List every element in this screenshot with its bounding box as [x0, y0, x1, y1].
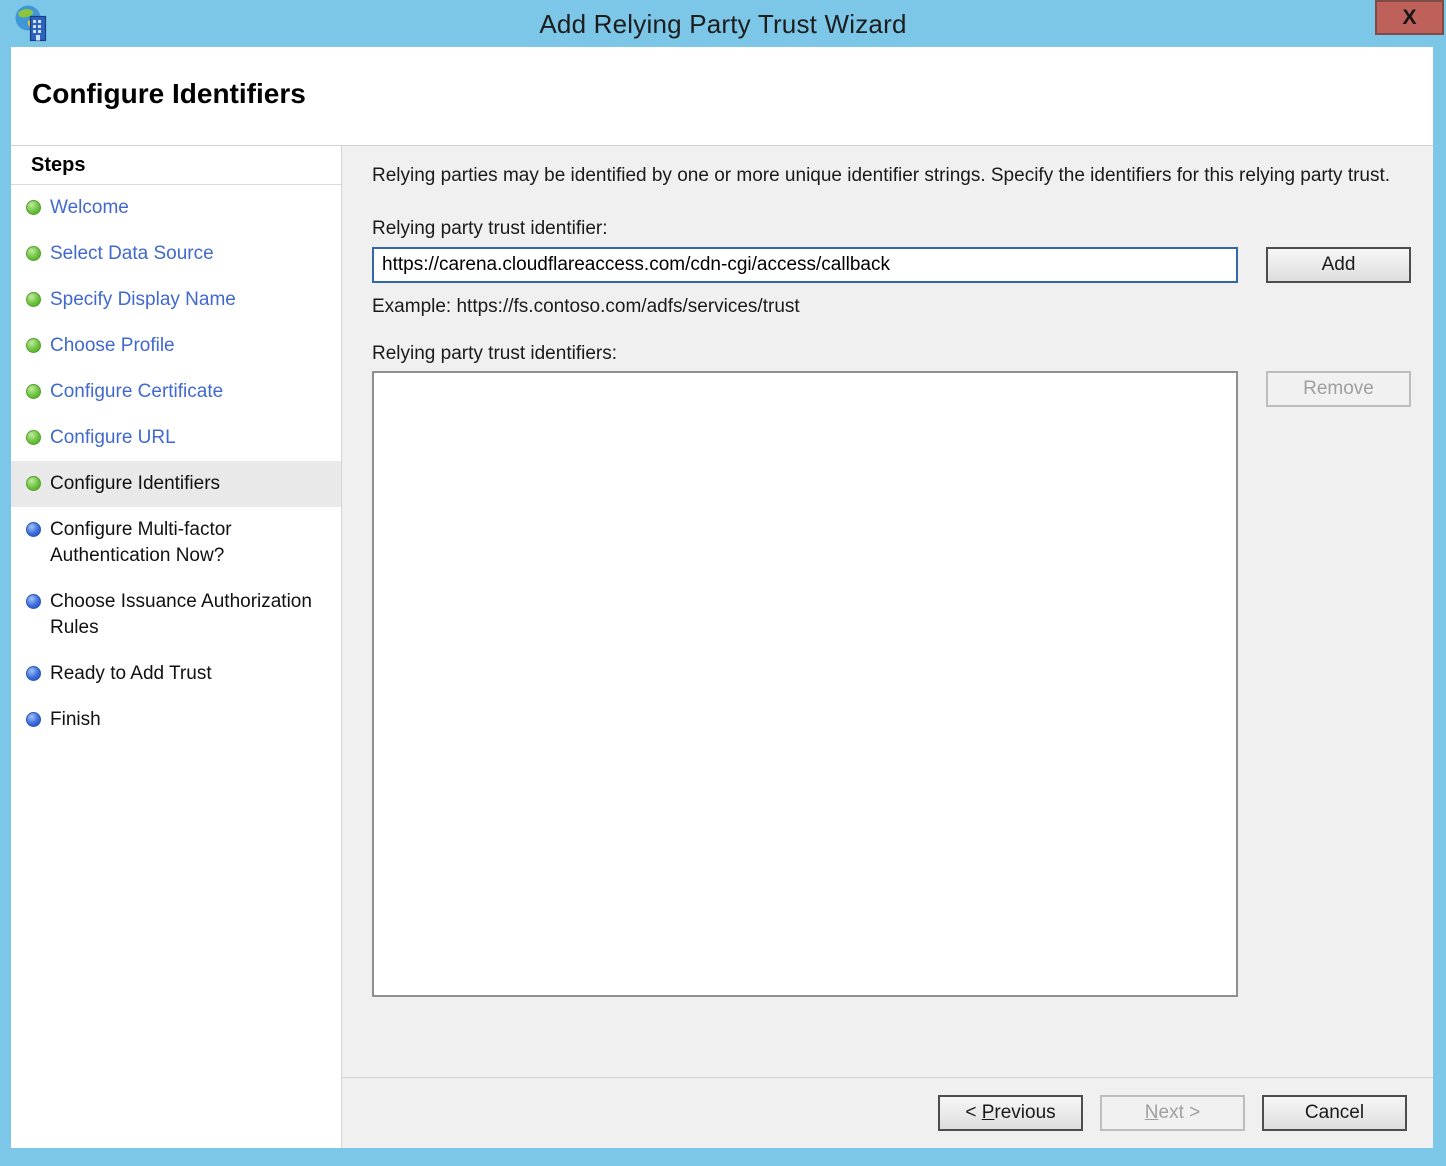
add-button[interactable]: Add	[1266, 247, 1411, 283]
step-completed-icon	[26, 246, 41, 261]
sidebar-item-configure-identifiers[interactable]: Configure Identifiers	[11, 461, 341, 507]
previous-button[interactable]: < Previous	[938, 1095, 1083, 1131]
step-completed-icon	[26, 384, 41, 399]
sidebar-item-configure-url[interactable]: Configure URL	[11, 415, 341, 461]
identifier-input-label: Relying party trust identifier:	[372, 218, 1413, 240]
step-upcoming-icon	[26, 522, 41, 537]
sidebar-item-finish: Finish	[11, 697, 341, 743]
sidebar-item-choose-issuance-authorization-rules: Choose Issuance Authorization Rules	[11, 579, 341, 651]
titlebar[interactable]: Add Relying Party Trust Wizard X	[0, 0, 1446, 47]
identifiers-list-label: Relying party trust identifiers:	[372, 343, 1413, 365]
steps-heading: Steps	[11, 146, 341, 185]
sidebar-item-ready-to-add-trust: Ready to Add Trust	[11, 651, 341, 697]
sidebar-item-select-data-source[interactable]: Select Data Source	[11, 231, 341, 277]
window-title: Add Relying Party Trust Wizard	[0, 9, 1446, 40]
cancel-button[interactable]: Cancel	[1262, 1095, 1407, 1131]
page-description: Relying parties may be identified by one…	[372, 162, 1394, 189]
wizard-window: Add Relying Party Trust Wizard X Configu…	[0, 0, 1446, 1166]
sidebar-item-choose-profile[interactable]: Choose Profile	[11, 323, 341, 369]
step-upcoming-icon	[26, 712, 41, 727]
remove-button[interactable]: Remove	[1266, 371, 1411, 407]
step-completed-icon	[26, 338, 41, 353]
close-button[interactable]: X	[1375, 0, 1444, 35]
steps-sidebar: Steps Welcome Select Data Source Specify…	[11, 146, 341, 1148]
steps-list: Welcome Select Data Source Specify Displ…	[11, 185, 341, 743]
step-completed-icon	[26, 430, 41, 445]
identifier-input[interactable]	[372, 247, 1238, 283]
wizard-frame: Configure Identifiers Steps Welcome Sele…	[11, 47, 1433, 1148]
main-panel: Relying parties may be identified by one…	[341, 146, 1433, 1148]
identifier-example-text: Example: https://fs.contoso.com/adfs/ser…	[372, 296, 1413, 318]
step-upcoming-icon	[26, 594, 41, 609]
sidebar-item-specify-display-name[interactable]: Specify Display Name	[11, 277, 341, 323]
next-button[interactable]: Next >	[1100, 1095, 1245, 1131]
step-completed-icon	[26, 292, 41, 307]
sidebar-item-welcome[interactable]: Welcome	[11, 185, 341, 231]
page-header: Configure Identifiers	[11, 47, 1433, 146]
step-completed-icon	[26, 200, 41, 215]
step-upcoming-icon	[26, 666, 41, 681]
wizard-button-bar: < Previous Next > Cancel	[342, 1077, 1433, 1148]
sidebar-item-configure-mfa: Configure Multi-factor Authentication No…	[11, 507, 341, 579]
step-current-icon	[26, 476, 41, 491]
sidebar-item-configure-certificate[interactable]: Configure Certificate	[11, 369, 341, 415]
identifiers-listbox[interactable]	[372, 371, 1238, 997]
page-title: Configure Identifiers	[11, 47, 1433, 110]
